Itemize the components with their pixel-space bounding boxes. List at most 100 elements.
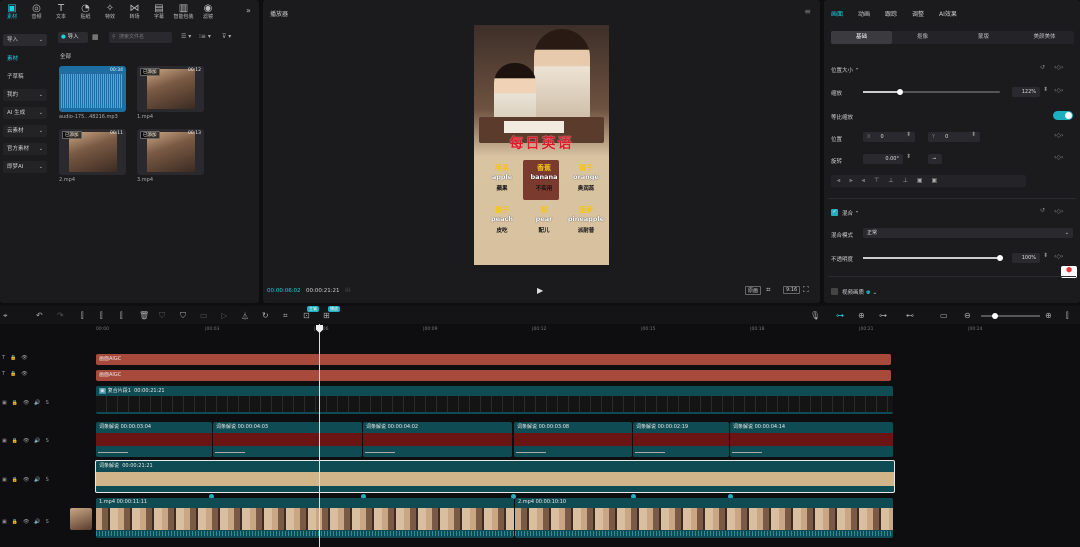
lock-icon[interactable]: 🔒 [12, 477, 18, 483]
preview-axis-icon[interactable]: ⊷ [906, 311, 914, 320]
cover-thumbnail[interactable] [70, 508, 92, 530]
tool-subtitle[interactable]: ▤ 字幕 [148, 3, 170, 21]
scale-slider-handle[interactable] [896, 89, 903, 95]
stepper-icon[interactable]: ⬍ [1043, 86, 1048, 93]
subtitle-icon[interactable]: ▭ [940, 311, 948, 320]
zoom-in-icon[interactable]: ⊕ [1045, 311, 1052, 320]
align-top-icon[interactable]: ⊤ [874, 177, 888, 184]
media-item[interactable]: 已添加 00:12 [137, 66, 204, 112]
audio-icon[interactable]: 🔊 [34, 519, 40, 525]
fit-icon[interactable]: ▣ [917, 177, 932, 184]
subtitle-clip[interactable]: 词条解说 00:00:03:08 [514, 422, 632, 457]
subtitle-clip[interactable]: 词条解说 00:00:04:02 [363, 422, 512, 457]
grid-view-icon[interactable]: ▦ [92, 33, 99, 41]
stepper-icon[interactable]: ⬍ [1043, 252, 1048, 259]
filter-icon[interactable]: ⊽ ▾ [222, 33, 231, 40]
snap-icon[interactable]: ⊕ [858, 311, 865, 320]
stepper-icon[interactable]: ⬍ [906, 153, 911, 160]
subtitle-clip[interactable]: 词条解说 00:00:04:14 [730, 422, 893, 457]
subtitle-clip[interactable]: 词条解说 00:00:02:19 [633, 422, 729, 457]
text-clip-2[interactable]: 画面AIGC [96, 370, 891, 381]
quality-button[interactable]: 原画 [745, 286, 762, 295]
lock-icon[interactable]: 🔒 [12, 438, 18, 444]
align-bottom-icon[interactable]: ⊥ [903, 177, 917, 184]
align-middle-icon[interactable]: ⊥ [888, 177, 902, 184]
opacity-slider-handle[interactable] [997, 255, 1003, 261]
video-clip[interactable]: 1.mp4 00:00:11:11 [96, 498, 514, 538]
solo-icon[interactable]: S [46, 400, 49, 406]
search-input[interactable]: ⚲ 搜索文件名 [109, 32, 172, 43]
media-item[interactable]: 已添加 00:11 [59, 129, 126, 175]
tool-smart-pack[interactable]: ▥ 智能包装 [173, 3, 195, 21]
link-main-icon[interactable]: ⊶ [836, 311, 844, 320]
tool-transition[interactable]: ⋈ 转场 [124, 3, 146, 21]
fullscreen-icon[interactable]: ⛶ [803, 285, 809, 295]
inspector-subtab[interactable]: 基础 [831, 31, 892, 44]
sidebar-item[interactable]: 我的 ⌄ [3, 89, 47, 101]
sidebar-item[interactable]: 素材 [3, 53, 47, 65]
redo-icon[interactable]: ↷ [57, 311, 64, 320]
tool-filter[interactable]: ◉ 滤镜 [197, 3, 219, 21]
zoom-handle[interactable] [992, 313, 998, 319]
audio-icon[interactable]: 🔊 [34, 438, 40, 444]
ratio-button[interactable]: 9:16 [783, 286, 801, 294]
sidebar-item[interactable]: 子草稿 [3, 71, 47, 83]
ai-icon[interactable]: ⊞ [323, 311, 330, 320]
microphone-icon[interactable]: 🎙 [810, 311, 820, 320]
inspector-subtab[interactable]: 抠像 [892, 31, 953, 44]
scale-slider[interactable] [863, 89, 1000, 95]
tool-media[interactable]: ▣ 素材 [1, 3, 23, 21]
reverse-icon[interactable]: ▷ [221, 311, 227, 320]
menu-icon[interactable]: ≡ [804, 7, 811, 16]
subtitle-clip[interactable]: 词条解说 00:00:04:03 [213, 422, 362, 457]
solo-icon[interactable]: S [46, 519, 49, 525]
scale-value-field[interactable]: 122% [1012, 87, 1040, 97]
tool-text[interactable]: T 文本 [50, 3, 72, 21]
auto-icon[interactable]: ⊡ [303, 311, 310, 320]
media-item[interactable]: 已添加 00:13 [137, 129, 204, 175]
delete-icon[interactable]: 🗑 [139, 311, 149, 320]
inspector-tab[interactable]: 动画 [858, 9, 870, 18]
split-right-icon[interactable]: ⫿ [120, 311, 123, 321]
inspector-subtab[interactable]: 蒙版 [953, 31, 1014, 44]
align-right-icon[interactable]: ⫷ [862, 177, 874, 184]
audio-icon[interactable]: 🔊 [34, 477, 40, 483]
solo-icon[interactable]: S [46, 438, 49, 444]
mirror-icon[interactable]: ⏃ [241, 311, 249, 322]
play-button[interactable]: ▶ [537, 286, 543, 295]
sidebar-item[interactable]: AI 生成 ⌄ [3, 107, 47, 119]
inspector-tab[interactable]: 画面 [831, 9, 843, 18]
keyframe-nav-icon[interactable]: ‹◇› [1054, 87, 1063, 94]
mark-icon[interactable]: ⛉ [180, 311, 186, 321]
eye-icon[interactable]: 👁 [21, 355, 27, 361]
align-left-icon[interactable]: ⫷ [837, 177, 849, 184]
compound-clip[interactable]: ▣ 复合片段1 00:00:21:21 [96, 386, 893, 414]
subtitle-clip[interactable]: 词条解说 00:00:03:04 [96, 422, 212, 457]
lock-icon[interactable]: 🔒 [10, 371, 16, 377]
playhead[interactable] [319, 324, 320, 547]
stepper-icon[interactable]: ⬍ [971, 131, 976, 138]
lock-icon[interactable]: 🔒 [12, 519, 18, 525]
stabilize-checkbox[interactable] [831, 288, 838, 295]
more-tools-icon[interactable]: » [246, 6, 251, 15]
fit-timeline-icon[interactable]: ⫿ [1066, 311, 1069, 321]
timecode-icon[interactable]: ⁞⁞⁞ [345, 287, 351, 294]
uniform-scale-toggle[interactable] [1053, 111, 1073, 120]
media-item[interactable]: 00:34 [59, 66, 126, 112]
freeze-icon[interactable]: ▭ [200, 311, 208, 320]
inspector-tab[interactable]: 调整 [912, 9, 924, 18]
fill-icon[interactable]: ▣ [932, 177, 947, 184]
align-center-icon[interactable]: ⫸ [849, 177, 861, 184]
reset-icon[interactable]: ↺ [1040, 207, 1045, 214]
keyframe-nav-icon[interactable]: ‹◇› [1054, 64, 1063, 71]
rotate-icon[interactable]: ↻ [262, 311, 269, 320]
split-icon[interactable]: ⫿ [81, 311, 84, 321]
import-button[interactable]: ● 导入 [58, 32, 88, 43]
crop-icon[interactable]: ⌗ [766, 285, 771, 295]
lock-icon[interactable]: 🔒 [12, 400, 18, 406]
eye-icon[interactable]: 👁 [23, 477, 29, 483]
tool-audio[interactable]: ◎ 音频 [26, 3, 48, 21]
background-clip[interactable]: 词条解说 00:00:21:21 [95, 460, 895, 493]
select-tool-icon[interactable]: ⌖ [3, 311, 8, 321]
rotate-direction[interactable]: ⊸ [928, 154, 942, 164]
